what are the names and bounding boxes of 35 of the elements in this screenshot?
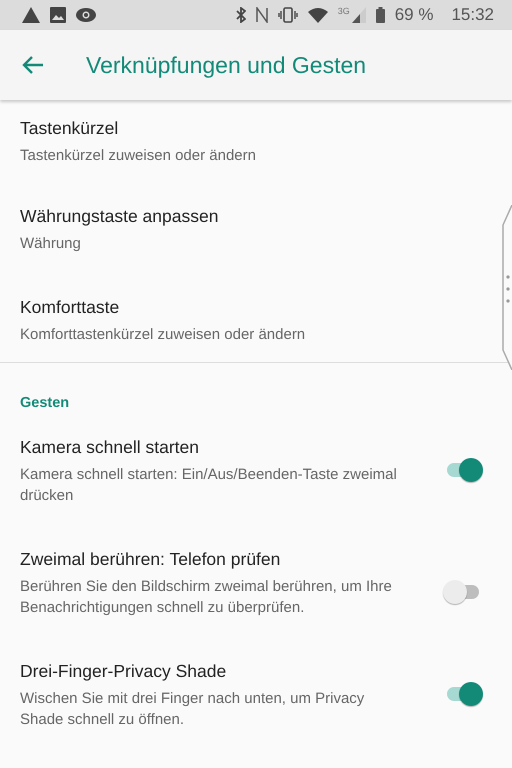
item-title: Kamera schnell starten	[20, 437, 200, 458]
item-summary: Tastenkürzel zuweisen oder ändern	[20, 146, 257, 166]
nfc-icon	[256, 7, 268, 23]
item-summary: Kamera schnell starten: Ein/Aus/Beenden-Taste zweimal drücken	[20, 465, 398, 506]
item-summary: Währung	[20, 234, 82, 254]
section-header: Gesten	[19, 394, 70, 413]
wifi-icon	[308, 8, 328, 22]
settings-item[interactable]: Drei-Finger-Privacy Shade Wischen Sie mit drei Finger nach unten, um Privacy Shade schnell zu öffnen.	[0, 649, 512, 761]
vibrate-icon	[278, 7, 298, 23]
edge-handle[interactable]	[500, 205, 512, 370]
item-title: Komforttaste	[20, 297, 120, 318]
settings-item[interactable]: Tastenkürzel Tastenkürzel zuweisen oder ändern	[0, 100, 492, 180]
back-arrow-icon	[22, 56, 44, 74]
item-summary: Wischen Sie mit drei Finger nach unten, um Privacy Shade schnell zu öffnen.	[20, 689, 366, 730]
settings-item[interactable]: Währungstaste anpassen Währung	[0, 180, 492, 271]
settings-item[interactable]: Kamera schnell starten Kamera schnell starten: Ein/Aus/Beenden-Taste zweimal drücken	[0, 437, 512, 537]
item-title: Währungstaste anpassen	[20, 206, 220, 227]
settings-item[interactable]: Zweimal berühren: Telefon prüfen Berühren Sie den Bildschirm zweimal berühren, um Ihre Benachrichtigungen schnell zu überprüfen.	[0, 537, 512, 649]
item-summary: Komforttastenkürzel zuweisen oder ändern	[20, 325, 306, 345]
battery-icon	[376, 7, 385, 23]
signal-icon	[352, 7, 366, 23]
clock: 15:32	[451, 5, 494, 25]
item-title: Drei-Finger-Privacy Shade	[20, 661, 228, 682]
warning-icon	[22, 7, 40, 23]
eye-icon	[76, 8, 96, 22]
battery-level: 69 %	[394, 5, 434, 25]
item-title: Tastenkürzel	[20, 118, 120, 139]
network-type: 3G	[338, 6, 350, 16]
image-icon	[50, 7, 66, 23]
settings-item[interactable]: Komforttaste Komforttastenkürzel zuweisen oder ändern	[0, 271, 492, 362]
bluetooth-icon	[236, 7, 246, 23]
item-title: Zweimal berühren: Telefon prüfen	[20, 549, 282, 570]
screen-title: Verknüpfungen und Gesten	[86, 52, 366, 78]
back-button[interactable]	[22, 56, 44, 74]
item-summary: Berühren Sie den Bildschirm zweimal berühren, um Ihre Benachrichtigungen schnell zu überprüfen.	[20, 577, 393, 618]
